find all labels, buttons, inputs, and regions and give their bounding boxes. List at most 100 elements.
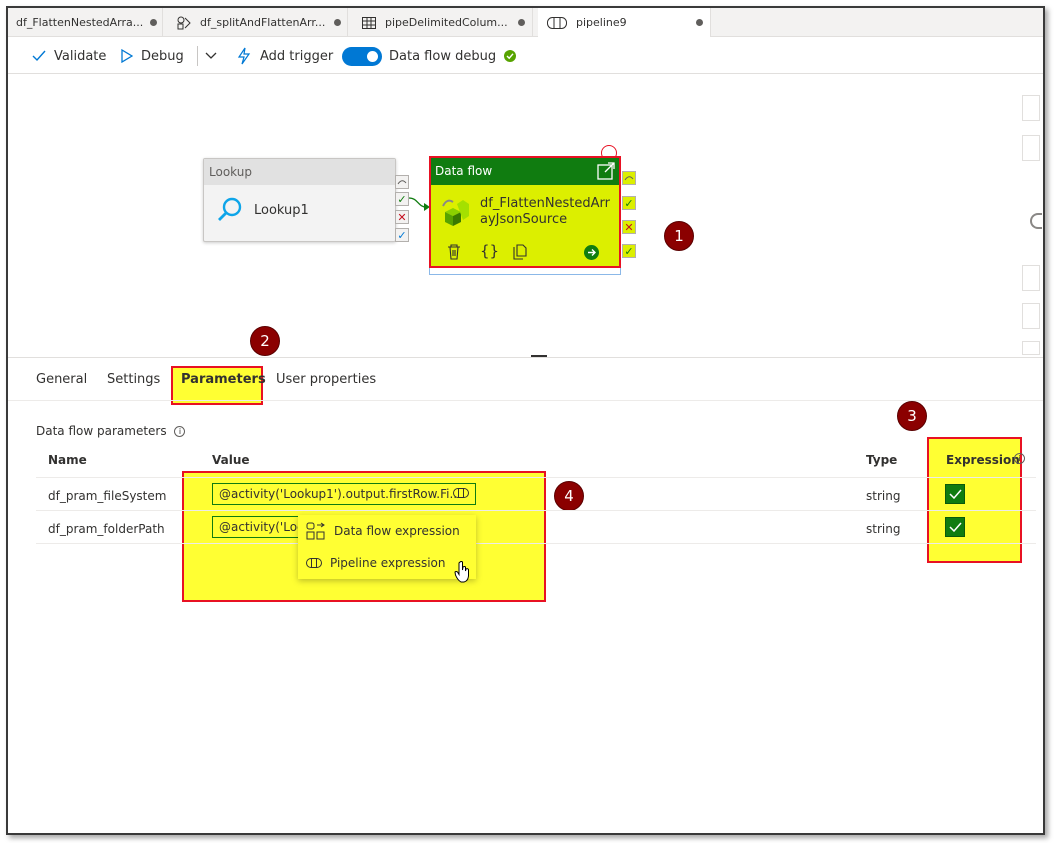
pipeline-icon [546, 15, 568, 31]
unsaved-dot-icon [334, 19, 341, 26]
fit-view-control[interactable] [1022, 265, 1040, 291]
dataflow-debug-label: Data flow debug [389, 48, 497, 64]
delete-icon[interactable] [447, 244, 461, 260]
go-arrow-icon[interactable] [584, 245, 599, 260]
tab-df-flatten-nested[interactable]: df_FlattenNestedArra... [8, 8, 163, 37]
autoalign-control[interactable] [1022, 303, 1040, 329]
info-icon[interactable]: i [174, 426, 186, 437]
tab-general[interactable]: General [36, 358, 87, 400]
hand-cursor-icon [454, 561, 469, 583]
row-divider [36, 510, 1036, 511]
unsaved-dot-icon [696, 19, 703, 26]
reset-view-icon[interactable] [1030, 213, 1042, 229]
dataflow-node-header-label: Data flow [435, 164, 493, 178]
callout-badge-3: 3 [897, 401, 927, 431]
chevron-down-icon [205, 52, 217, 59]
tab-pipeline9[interactable]: pipeline9 [538, 8, 711, 37]
play-icon [121, 49, 133, 63]
skip-arrow-icon [397, 180, 407, 185]
table-icon [361, 15, 377, 31]
pipeline-canvas[interactable]: Lookup Lookup1 ✓ ✕ ✓ Data flow df_Flatte… [8, 75, 1043, 357]
tab-df-split-flatten[interactable]: df_splitAndFlattenArr... [168, 8, 348, 37]
success-output-handle[interactable]: ✓ [395, 192, 409, 206]
dataflow-node-header: Data flow [431, 158, 619, 185]
toolbar-divider [197, 46, 198, 66]
param-name-filesystem: df_pram_fileSystem [48, 489, 167, 503]
dataflow-activity-node[interactable]: Data flow df_FlattenNestedArrayJsonSourc… [429, 156, 621, 268]
add-trigger-button[interactable]: Add trigger [236, 38, 333, 74]
menu-item-pipeline-expression[interactable]: Pipeline expression [298, 547, 476, 579]
param-value-folderpath-input[interactable]: @activity('Loc [212, 516, 304, 538]
df-success-output-handle[interactable]: ✓ [622, 196, 636, 210]
add-trigger-label: Add trigger [260, 48, 334, 64]
expression-header-label: Expression [946, 453, 1020, 467]
tab-settings[interactable]: Settings [107, 358, 160, 400]
param-type-filesystem: string [866, 489, 901, 503]
row-divider [36, 477, 1036, 478]
unsaved-dot-icon [150, 19, 157, 26]
column-header-name: Name [48, 453, 87, 467]
callout-badge-1: 1 [664, 221, 694, 251]
failure-output-handle[interactable]: ✕ [395, 210, 409, 224]
checkmark-icon [32, 50, 46, 62]
param-value-filesystem-input[interactable]: @activity('Lookup1').output.firstRow.Fi.… [212, 483, 476, 505]
checkmark-icon [948, 522, 962, 532]
open-external-icon[interactable] [597, 162, 615, 180]
skip-output-handle[interactable] [395, 175, 409, 189]
expression-type-menu: Data flow expression Pipeline expression [298, 515, 476, 579]
lightning-icon [237, 47, 251, 65]
zoom-out-control[interactable] [1022, 135, 1040, 161]
checkmark-icon [948, 489, 962, 499]
tab-parameters[interactable]: Parameters [181, 358, 266, 400]
tabs-divider [8, 400, 1043, 401]
df-completion-output-handle[interactable]: ✓ [622, 244, 636, 258]
column-header-expression: Expression [946, 453, 1020, 467]
param-type-folderpath: string [866, 522, 901, 536]
expression-checkbox-folderpath[interactable] [945, 517, 965, 537]
menu-item-label: Pipeline expression [330, 556, 446, 570]
dataflow-node-selection-outline [429, 268, 621, 275]
tab-pipe-delimited[interactable]: pipeDelimitedColum... [353, 8, 533, 37]
info-icon[interactable]: i [1014, 453, 1025, 464]
app-window: df_FlattenNestedArra... df_splitAndFlatt… [6, 6, 1045, 835]
tab-user-properties[interactable]: User properties [276, 358, 376, 400]
lookup-node-name: Lookup1 [254, 203, 309, 218]
dataflow-expression-icon [306, 522, 325, 540]
completion-output-handle[interactable]: ✓ [395, 228, 409, 242]
menu-item-label: Data flow expression [334, 524, 460, 538]
dataflow-icon [176, 15, 192, 31]
expression-checkbox-filesystem[interactable] [945, 484, 965, 504]
column-header-type: Type [866, 453, 898, 467]
search-icon [216, 196, 244, 228]
tab-label: pipeline9 [576, 16, 627, 29]
menu-item-dataflow-expression[interactable]: Data flow expression [298, 515, 476, 547]
code-braces-icon[interactable]: {} [480, 242, 499, 260]
callout-badge-2: 2 [250, 326, 280, 356]
df-failure-output-handle[interactable]: ✕ [622, 220, 636, 234]
validate-label: Validate [54, 48, 107, 64]
dataflow-cubes-icon [439, 196, 473, 232]
skip-arrow-icon [624, 176, 634, 181]
debug-button[interactable]: Debug [121, 38, 184, 74]
zoom-in-control[interactable] [1022, 95, 1040, 121]
tab-label: df_FlattenNestedArra... [16, 16, 144, 29]
properties-panel: General Settings Parameters User propert… [8, 357, 1043, 833]
copy-icon[interactable] [513, 244, 527, 260]
minimap-control[interactable] [1022, 341, 1040, 355]
status-ok-icon [504, 50, 517, 62]
pipeline-expression-icon [306, 558, 322, 568]
validate-button[interactable]: Validate [32, 38, 106, 74]
lookup-activity-node[interactable]: Lookup Lookup1 [203, 158, 396, 242]
toolbar: Validate Debug Add trigger Data flow deb… [8, 38, 1043, 74]
tab-label: df_splitAndFlattenArr... [200, 16, 326, 29]
debug-options-dropdown[interactable] [205, 38, 225, 74]
column-header-value: Value [212, 453, 250, 467]
debug-label: Debug [141, 48, 184, 64]
row-divider [36, 543, 1036, 544]
section-title: Data flow parameters i [36, 424, 186, 438]
dataflow-debug-toggle[interactable] [342, 47, 382, 66]
dataflow-node-name: df_FlattenNestedArrayJsonSource [480, 196, 611, 227]
pipeline-expression-icon[interactable] [453, 488, 469, 498]
df-skip-output-handle[interactable] [622, 171, 636, 185]
unsaved-dot-icon [518, 19, 525, 26]
